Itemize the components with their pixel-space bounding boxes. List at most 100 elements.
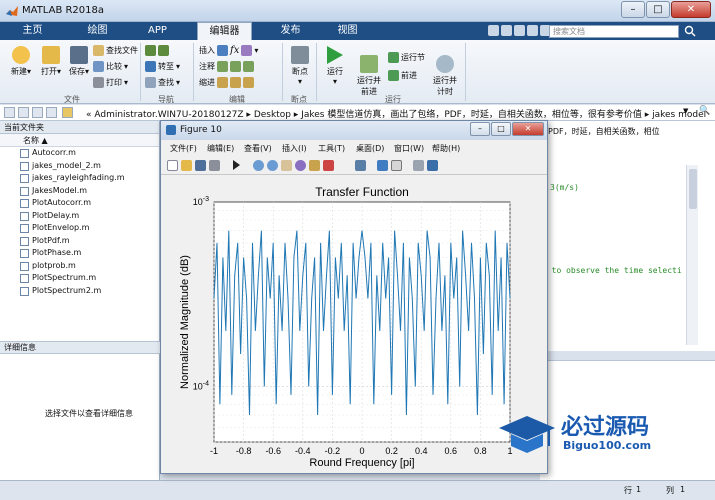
list-item[interactable]: jakes_rayleighfading.m [0,172,159,185]
list-item[interactable]: jakes_model_2.m [0,160,159,173]
compare-button[interactable]: 比较 ▾ [93,61,128,72]
figure-minimize-button[interactable]: – [470,122,490,136]
x-tick-label: 0 [359,446,364,456]
find-files-button[interactable]: 查找文件 [93,45,138,56]
list-item[interactable]: PlotDelay.m [0,210,159,223]
run-time-button[interactable]: 运行并 计时 [430,46,460,97]
stopwatch-icon [436,55,454,73]
m-file-icon [20,149,29,158]
copy-quick-icon[interactable] [514,25,525,36]
forward-icon[interactable] [18,107,29,118]
dock-figure-icon[interactable] [427,160,438,171]
list-item[interactable]: Autocorr.m [0,147,159,160]
save-figure-icon[interactable] [195,160,206,171]
menu-view[interactable]: 查看(V) [244,143,272,154]
figure-window[interactable]: Figure 10 – □ ✕ 文件(F) 编辑(E) 查看(V) 插入(I) … [160,120,548,474]
open-file-icon[interactable] [181,160,192,171]
figure-toolbar [161,157,547,175]
close-button[interactable]: ✕ [671,1,711,18]
figure-close-button[interactable]: ✕ [512,122,544,136]
search-docs-input[interactable]: 搜索文档 [549,25,679,38]
up-folder-icon[interactable] [32,107,43,118]
x-tick-labels: -1 -0.8 -0.6 -0.4 -0.2 0 0.2 0.4 0.6 0.8 1 [210,446,513,456]
fx-button[interactable]: fx [230,45,239,56]
transfer-function-chart[interactable]: -1 -0.8 -0.6 -0.4 -0.2 0 0.2 0.4 0.6 0.8 1 10-310-… [162,176,546,472]
menu-help[interactable]: 帮助(H) [432,143,460,154]
save-disk-icon [70,46,88,64]
run-button[interactable]: 运行 ▾ [322,46,348,86]
search-icon[interactable] [684,25,696,37]
menu-tools[interactable]: 工具(T) [318,143,345,154]
comment-button[interactable]: 注释 [199,61,254,72]
figure-canvas[interactable]: -1 -0.8 -0.6 -0.4 -0.2 0 0.2 0.4 0.6 0.8 1 10-3 10-… [162,176,546,472]
tab-home[interactable]: 主页 [10,22,55,40]
new-button[interactable]: 新建▾ [8,46,34,77]
list-item[interactable]: PlotSpectrum2.m [0,285,159,298]
browse-folder-icon[interactable] [46,107,57,118]
run-advance-button[interactable]: 运行并 前进 [354,46,384,97]
pointer-icon[interactable] [233,160,240,170]
scroll-thumb[interactable] [689,169,697,209]
zoom-in-icon[interactable] [253,160,264,171]
advance-button[interactable]: 前进 [388,70,417,81]
figure-maximize-button[interactable]: □ [491,122,511,136]
tab-view[interactable]: 视图 [325,22,370,40]
tab-editor[interactable]: 编辑器 [197,22,252,40]
group-file-label: 文件 [64,95,80,104]
tab-publish[interactable]: 发布 [268,22,313,40]
menu-edit[interactable]: 编辑(E) [207,143,234,154]
address-dropdown-icon[interactable]: ▼ [683,107,688,115]
save-button[interactable]: 保存▾ [66,46,92,77]
paste-quick-icon[interactable] [527,25,538,36]
current-folder-path[interactable]: « Administrator.WIN7U-20180127Z ▸ Deskto… [86,107,706,120]
menu-window[interactable]: 窗口(W) [394,143,424,154]
colorbar-icon[interactable] [377,160,388,171]
list-item[interactable]: PlotPhase.m [0,247,159,260]
indent-button[interactable]: 缩进 [199,77,254,88]
run-section-button[interactable]: 运行节 [388,52,425,63]
open-button[interactable]: 打开▾ [38,46,64,77]
breakpoint-button[interactable]: 断点 ▾ [287,46,313,86]
cut-quick-icon[interactable] [501,25,512,36]
menu-desktop[interactable]: 桌面(D) [356,143,384,154]
nav-back-button[interactable] [145,45,169,56]
legend-icon[interactable] [391,160,402,171]
data-cursor-icon[interactable] [309,160,320,171]
maximize-button[interactable]: □ [646,1,670,18]
print-button[interactable]: 打印 ▾ [93,77,128,88]
pan-hand-icon[interactable] [281,160,292,171]
menu-insert[interactable]: 插入(I) [282,143,307,154]
list-item[interactable]: PlotSpectrum.m [0,272,159,285]
insert-button[interactable]: 插入 fx ▾ [199,45,258,56]
arrow-right-icon [158,45,169,56]
zoom-out-icon[interactable] [267,160,278,171]
m-file-icon [20,286,29,296]
brush-icon[interactable] [323,160,334,171]
list-item[interactable]: JakesModel.m [0,185,159,198]
link-plot-icon[interactable] [355,160,366,171]
m-file-icon [20,236,29,246]
menu-file[interactable]: 文件(F) [170,143,197,154]
details-header[interactable]: 详细信息 [0,341,160,354]
arrow-left-icon [145,45,156,56]
back-icon[interactable] [4,107,15,118]
rotate-3d-icon[interactable] [295,160,306,171]
print-figure-icon[interactable] [209,160,220,171]
save-quick-icon[interactable] [488,25,499,36]
name-column-header[interactable]: 名称 ▲ [0,134,159,147]
editor-scrollbar[interactable] [686,165,698,345]
tab-plots[interactable]: 绘图 [75,22,120,40]
new-figure-icon[interactable] [167,160,178,171]
list-item[interactable]: PlotEnvelop.m [0,222,159,235]
minimize-button[interactable]: – [621,1,645,18]
tab-apps[interactable]: APP [135,22,180,40]
list-item[interactable]: PlotPdf.m [0,235,159,248]
search-folder-icon[interactable]: 🔍 [699,106,710,116]
find-files-icon [93,45,104,56]
find-button[interactable]: 查找 ▾ [145,77,180,88]
list-item[interactable]: PlotAutocorr.m [0,197,159,210]
list-item[interactable]: plotprob.m [0,260,159,273]
goto-button[interactable]: 转至 ▾ [145,61,180,72]
hide-tools-icon[interactable] [413,160,424,171]
figure-title-bar[interactable]: Figure 10 – □ ✕ [161,121,547,140]
